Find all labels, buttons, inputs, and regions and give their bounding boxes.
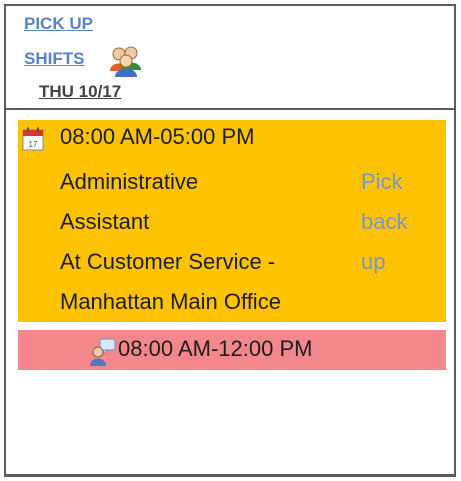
pick-back-up-line[interactable]: Pick <box>361 162 431 202</box>
svg-text:17: 17 <box>29 140 38 149</box>
pick-back-up-line[interactable]: up <box>361 242 431 282</box>
role-line: Assistant <box>60 209 150 234</box>
pick-back-up-line[interactable]: back <box>361 202 431 242</box>
pickup-slot-time: 08:00 AM-12:00 PM <box>118 336 313 361</box>
pick-up-shifts-link-line2[interactable]: SHIFTS <box>24 49 84 69</box>
shift-role: Administrative Assistant At Customer Ser… <box>60 162 360 322</box>
pickup-shift-slot[interactable]: 08:00 AM-12:00 PM <box>18 330 446 370</box>
shift-card[interactable]: 17 08:00 AM-05:00 PM Administrative Assi… <box>18 120 446 322</box>
role-line: At Customer Service - <box>60 249 276 274</box>
schedule-cell: PICK UP SHIFTS THU 10/17 17 08:00 AM-05:… <box>4 4 456 477</box>
pick-up-shifts-link-line1[interactable]: PICK UP <box>24 14 93 34</box>
shift-time: 08:00 AM-05:00 PM <box>60 124 255 149</box>
cell-header: PICK UP SHIFTS THU 10/17 <box>6 6 454 110</box>
date-label: THU 10/17 <box>39 82 122 101</box>
chat-user-icon <box>90 338 116 366</box>
users-icon[interactable] <box>108 44 142 78</box>
pick-back-up-link[interactable]: Pick back up <box>361 162 431 282</box>
calendar-icon: 17 <box>22 127 44 151</box>
role-line: Administrative <box>60 169 199 194</box>
role-line: Manhattan Main Office <box>60 289 281 314</box>
